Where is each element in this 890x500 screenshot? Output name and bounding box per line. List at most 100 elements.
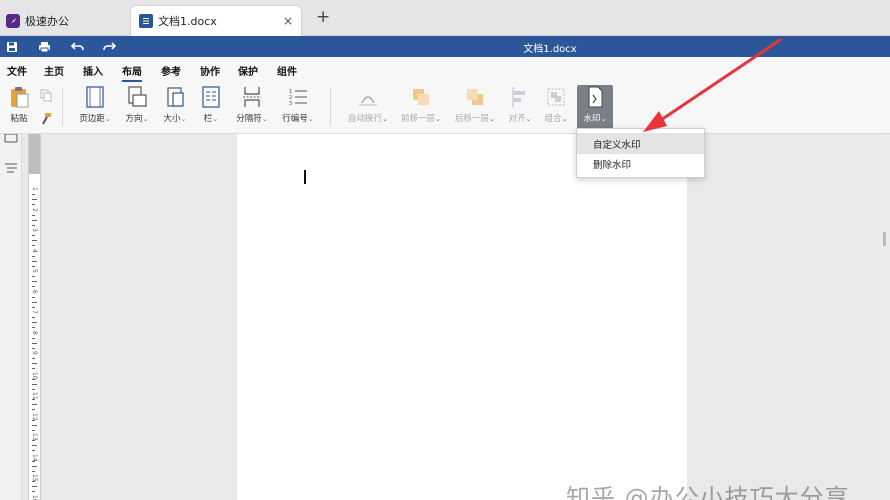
- menu-bar: 文件 主页 插入 布局 参考 协作 保护 组件: [0, 57, 890, 82]
- ruler-number: 2: [31, 207, 38, 212]
- chevron-down-icon: ⌄: [212, 115, 219, 123]
- chevron-down-icon: ⌄: [382, 115, 388, 123]
- margins-label: 页边距: [79, 114, 105, 124]
- ruler-number: 4: [31, 248, 38, 253]
- text-cursor: [304, 170, 306, 184]
- paste-button[interactable]: 粘贴: [5, 85, 33, 131]
- title-bar: 文档1.docx: [0, 36, 890, 57]
- navigation-button[interactable]: [4, 162, 18, 177]
- ruler-tick: [32, 445, 37, 447]
- copy-button[interactable]: [39, 88, 53, 102]
- menu-insert[interactable]: 插入: [83, 63, 103, 78]
- line-numbers-label: 行编号: [282, 114, 308, 124]
- line-numbers-button[interactable]: 123 行编号⌄: [279, 85, 317, 131]
- svg-text:3: 3: [289, 101, 292, 107]
- group-label: 组合: [544, 114, 562, 124]
- bring-forward-icon: [413, 89, 429, 105]
- ruler-tick: [32, 240, 37, 242]
- chevron-down-icon: ⌄: [525, 115, 532, 123]
- send-backward-button[interactable]: 后移一层⌄: [453, 85, 497, 131]
- ruler-tick: [32, 388, 35, 390]
- chevron-down-icon: ⌄: [600, 115, 607, 123]
- remove-watermark-item[interactable]: 删除水印: [577, 153, 704, 174]
- ruler-tick: [32, 214, 35, 216]
- ruler-tick: [32, 317, 35, 319]
- chevron-down-icon: ⌄: [104, 115, 111, 123]
- text-lines-icon: [5, 163, 17, 173]
- columns-button[interactable]: 栏⌄: [200, 85, 222, 131]
- breaks-button[interactable]: 分隔符⌄: [234, 85, 270, 131]
- vertical-scrollbar[interactable]: [880, 134, 890, 500]
- line-numbers-icon: 123: [289, 89, 307, 107]
- chevron-down-icon: ⌄: [435, 115, 441, 123]
- align-button[interactable]: 对齐⌄: [506, 85, 534, 131]
- ruler-tick: [32, 245, 35, 247]
- ruler-tick: [32, 399, 35, 401]
- ruler-number: 8: [31, 330, 38, 335]
- comments-button[interactable]: [4, 133, 18, 147]
- new-tab-button[interactable]: +: [316, 9, 330, 26]
- ruler-tick: [32, 204, 35, 206]
- page-margins-icon: [86, 86, 104, 108]
- ruler-number: 16: [31, 494, 38, 500]
- document-page[interactable]: [237, 134, 687, 500]
- menu-collaboration[interactable]: 协作: [200, 63, 220, 78]
- left-sidebar: [0, 133, 22, 500]
- tab-document[interactable]: 文档1.docx ×: [130, 5, 302, 36]
- ruler-tick: [32, 235, 35, 237]
- vertical-ruler: 1 2 3 4 5 6 7 8 9 10 11 12 13 14 15 16: [28, 134, 41, 500]
- ruler-tick: [32, 363, 37, 365]
- ruler-tick: [32, 342, 37, 344]
- ruler-tick: [32, 199, 37, 201]
- ribbon-separator: [330, 88, 331, 126]
- text-wrap-label: 自动换行: [348, 114, 383, 124]
- ruler-tick: [32, 424, 37, 426]
- ruler-number: 9: [31, 351, 38, 355]
- app-logo-icon: [6, 13, 20, 28]
- text-wrap-button[interactable]: 自动换行⌄: [346, 85, 390, 131]
- tab-home[interactable]: 极速办公: [0, 5, 126, 36]
- watermark-button[interactable]: 水印⌄: [577, 85, 613, 131]
- breaks-label: 分隔符: [236, 114, 262, 124]
- group-icon: [547, 88, 565, 106]
- document-icon: [139, 14, 153, 28]
- chevron-down-icon: ⌄: [180, 115, 187, 123]
- close-tab-icon[interactable]: ×: [283, 14, 293, 28]
- ruler-tick: [32, 470, 35, 472]
- ruler-tick: [32, 327, 35, 329]
- ruler-tick: [32, 481, 35, 483]
- group-button[interactable]: 组合⌄: [542, 85, 570, 131]
- ruler-tick: [32, 281, 37, 283]
- chevron-down-icon: ⌄: [142, 115, 149, 123]
- ruler-tick: [32, 358, 35, 360]
- document-title: 文档1.docx: [523, 44, 577, 55]
- clipboard-icon: [11, 87, 29, 108]
- menu-home[interactable]: 主页: [44, 63, 64, 78]
- ruler-tick: [32, 276, 35, 278]
- ruler-number: 7: [31, 310, 38, 314]
- tab-home-label: 极速办公: [25, 14, 69, 28]
- ruler-tick: [32, 347, 35, 349]
- menu-plugins[interactable]: 组件: [277, 63, 297, 78]
- copy-icon: [40, 89, 52, 102]
- page-size-icon: [167, 87, 184, 107]
- bring-forward-button[interactable]: 前移一层⌄: [399, 85, 443, 131]
- size-button[interactable]: 大小⌄: [161, 85, 189, 131]
- ruler-tick: [32, 219, 37, 221]
- menu-file[interactable]: 文件: [7, 63, 27, 78]
- menu-protect[interactable]: 保护: [238, 63, 258, 78]
- menu-references[interactable]: 参考: [161, 63, 181, 78]
- format-painter-button[interactable]: [39, 112, 53, 126]
- scrollbar-thumb[interactable]: [883, 232, 886, 246]
- custom-watermark-item[interactable]: 自定义水印: [577, 133, 704, 154]
- ruler-tick: [32, 486, 37, 488]
- margins-button[interactable]: 页边距⌄: [78, 85, 112, 131]
- tab-strip: 极速办公 文档1.docx × +: [0, 0, 890, 36]
- ruler-tick: [32, 337, 35, 339]
- ruler-tick: [32, 306, 35, 308]
- ruler-tick: [32, 255, 35, 257]
- orientation-button[interactable]: 方向⌄: [122, 85, 152, 131]
- ribbon-separator: [62, 88, 63, 126]
- ruler-tick: [32, 491, 35, 493]
- menu-layout[interactable]: 布局: [122, 63, 142, 82]
